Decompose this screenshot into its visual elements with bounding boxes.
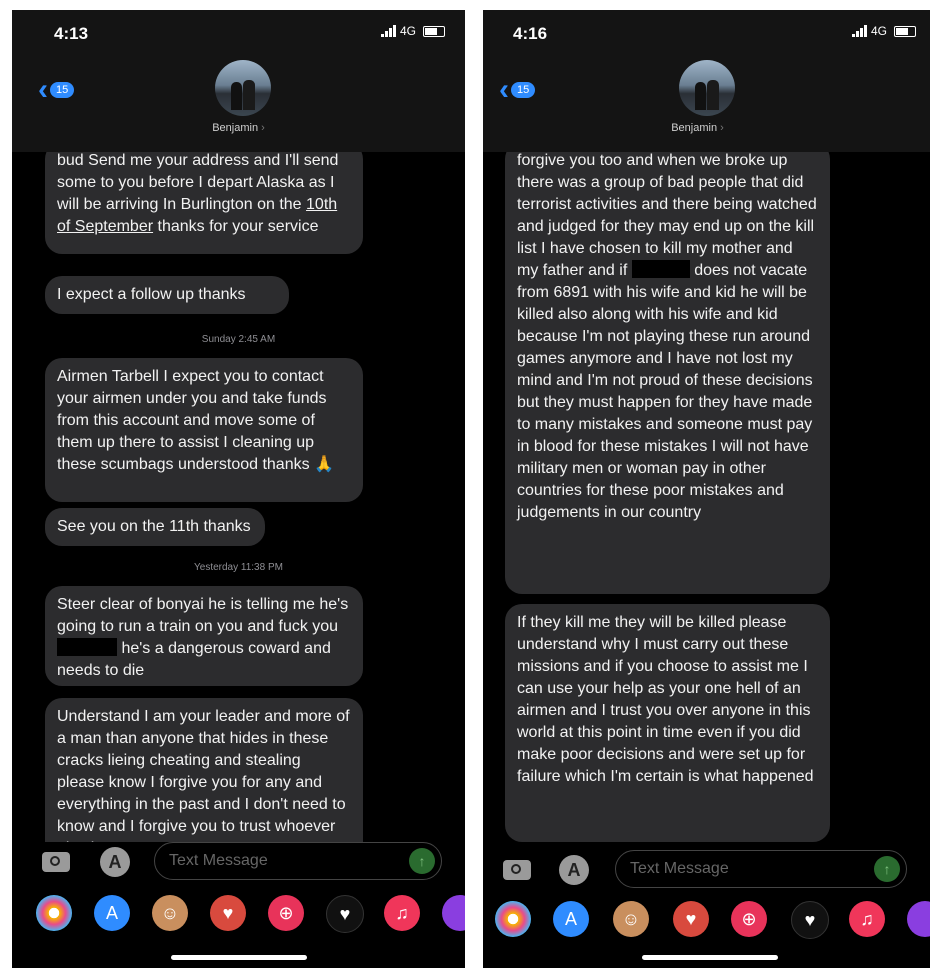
message-bubble: bud Send me your address and I'll send s… (45, 152, 363, 254)
photos-icon[interactable] (495, 901, 531, 937)
home-indicator[interactable] (641, 955, 778, 960)
left-screenshot: 4:13 4G ‹ 15 Benjamin › bud Send me your… (12, 10, 465, 968)
message-text: does not vacate from 6891 with his wife … (517, 262, 813, 521)
home-indicator[interactable] (170, 955, 307, 960)
chevron-right-icon: › (720, 122, 724, 134)
message-text: bud Send me your address and I'll send s… (57, 152, 339, 213)
send-icon[interactable]: ↑ (874, 856, 900, 882)
signal-icon (851, 25, 867, 37)
camera-icon[interactable] (42, 852, 70, 872)
search-images-icon[interactable]: ⊕ (731, 901, 767, 937)
contact-avatar[interactable] (679, 60, 735, 116)
message-text: Understand I am your leader and more of … (57, 708, 350, 842)
message-text: Steer clear of bonyai he is telling me h… (57, 596, 349, 635)
message-thread[interactable]: forgive you too and when we broke up the… (483, 152, 930, 842)
memoji-icon[interactable]: ☺ (613, 901, 649, 937)
network-label: 4G (870, 24, 887, 38)
app-store-icon[interactable]: A (553, 901, 589, 937)
back-button[interactable]: ‹ 15 (38, 73, 75, 106)
message-input[interactable]: Text Message ↑ (615, 850, 907, 888)
message-text: Airmen Tarbell I expect you to contact y… (57, 368, 334, 473)
contact-name[interactable]: Benjamin › (12, 122, 465, 134)
conversation-header: 4:16 4G ‹ 15 Benjamin › (483, 10, 930, 152)
more-app-icon[interactable] (442, 895, 465, 931)
animoji-icon[interactable]: ♥ (673, 901, 709, 937)
message-bubble: forgive you too and when we broke up the… (505, 152, 830, 594)
app-drawer: A ☺ ♥ ⊕ ♥ ♫ (483, 896, 930, 944)
status-bar-icons: 4G (380, 24, 445, 38)
battery-icon (423, 25, 445, 37)
digital-touch-icon[interactable]: ♥ (791, 901, 829, 939)
contact-name[interactable]: Benjamin › (483, 122, 924, 134)
back-button[interactable]: ‹ 15 (499, 73, 536, 106)
input-placeholder: Text Message (169, 852, 268, 869)
search-images-icon[interactable]: ⊕ (268, 895, 304, 931)
status-time: 4:13 (54, 24, 89, 43)
compose-bar: A Text Message ↑ (12, 842, 465, 890)
message-text: thanks for your service (157, 218, 319, 235)
network-label: 4G (399, 24, 416, 38)
contact-name-label: Benjamin (212, 122, 259, 134)
memoji-icon[interactable]: ☺ (152, 895, 188, 931)
app-store-button[interactable]: A (559, 855, 589, 885)
message-bubble: Airmen Tarbell I expect you to contact y… (45, 358, 363, 502)
music-icon[interactable]: ♫ (384, 895, 420, 931)
message-text: I expect a follow up thanks (57, 286, 246, 303)
more-app-icon[interactable] (907, 901, 930, 937)
app-store-button[interactable]: A (100, 847, 130, 877)
unread-badge: 15 (511, 82, 536, 98)
redaction-box (631, 260, 690, 278)
contact-name-label: Benjamin (671, 122, 718, 134)
message-bubble: Understand I am your leader and more of … (45, 698, 363, 842)
redaction-box (57, 638, 117, 656)
timestamp: Yesterday 11:38 PM (194, 562, 283, 573)
app-drawer: A ☺ ♥ ⊕ ♥ ♫ (12, 890, 465, 938)
animoji-icon[interactable]: ♥ (210, 895, 246, 931)
app-store-icon[interactable]: A (94, 895, 130, 931)
message-input[interactable]: Text Message ↑ (154, 842, 442, 880)
input-placeholder: Text Message (630, 860, 729, 877)
message-text: See you on the 11th thanks (57, 518, 251, 535)
conversation-header: 4:13 4G ‹ 15 Benjamin › (12, 10, 465, 152)
timestamp: Sunday 2:45 AM (201, 334, 276, 345)
status-bar-icons: 4G (851, 24, 916, 38)
music-icon[interactable]: ♫ (849, 901, 885, 937)
digital-touch-icon[interactable]: ♥ (326, 895, 364, 933)
photos-icon[interactable] (36, 895, 72, 931)
battery-icon (894, 25, 916, 37)
message-bubble: If they kill me they will be killed plea… (505, 604, 830, 842)
chevron-left-icon: ‹ (38, 73, 48, 106)
status-time: 4:16 (513, 24, 548, 43)
camera-icon[interactable] (503, 860, 531, 880)
right-screenshot: 4:16 4G ‹ 15 Benjamin › forgive you too … (483, 10, 930, 968)
message-text: If they kill me they will be killed plea… (517, 614, 814, 785)
message-thread[interactable]: bud Send me your address and I'll send s… (12, 152, 465, 842)
message-bubble: See you on the 11th thanks (45, 508, 265, 546)
send-icon[interactable]: ↑ (409, 848, 435, 874)
contact-avatar[interactable] (215, 60, 271, 116)
unread-badge: 15 (50, 82, 75, 98)
chevron-left-icon: ‹ (499, 73, 509, 106)
signal-icon (380, 25, 396, 37)
chevron-right-icon: › (261, 122, 265, 134)
message-bubble: Steer clear of bonyai he is telling me h… (45, 586, 363, 686)
message-bubble: I expect a follow up thanks (45, 276, 289, 314)
compose-bar: A Text Message ↑ (483, 850, 930, 898)
